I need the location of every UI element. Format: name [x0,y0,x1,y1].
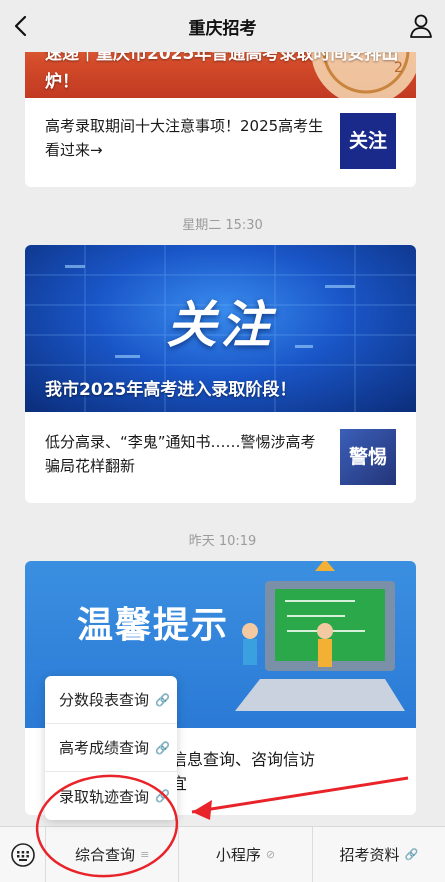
top-nav-bar: 重庆招考 [0,0,445,52]
menu-label: 小程序 [215,846,261,864]
banner-title: 我市2025年高考进入录取阶段！ [45,380,297,400]
thumbnail-label: 警惕 [348,446,387,468]
link-icon: 🔗 [155,692,170,707]
thumbnail-label: 关注 [348,130,387,152]
submenu-label: 分数段表查询 [59,691,150,709]
submenu-item-score-range[interactable]: 分数段表查询 🔗 [45,676,177,724]
link-icon: 🔗 [404,848,419,861]
page-title: 重庆招考 [188,18,257,39]
chevron-left-icon[interactable] [8,12,36,40]
submenu-label: 录取轨迹查询 [59,787,150,806]
link-icon: 🔗 [155,789,170,803]
menu-lines-icon: ≡ [140,848,150,861]
article-title: 高考录取期间十大注意事项！2025高考生看过来→ [45,117,324,159]
banner-image[interactable]: 关注 我市2025年高考进入录取阶段！ [25,245,416,412]
mini-program-icon: ⊘ [265,848,276,861]
submenu-popup: 分数段表查询 🔗 高考成绩查询 🔗 录取轨迹查询 🔗 [45,676,177,820]
menu-item-comprehensive-query[interactable]: 综合查询 ≡ [46,826,180,882]
timestamp: 昨天 10:19 [188,534,257,549]
submenu-label: 高考成绩查询 [59,739,150,757]
article-thumbnail: 警惕 [340,429,396,485]
timestamp: 星期二 15:30 [182,218,263,233]
person-icon[interactable] [407,12,435,40]
keyboard-icon [10,842,35,867]
article-thumbnail: 关注 [340,113,396,169]
article-title: 询信息查询、咨询信访事宜 [155,750,316,793]
article-title: 低分高录、“李鬼”通知书……警惕涉高考骗局花样翻新 [45,433,316,475]
banner-headline: 关注 [166,296,275,354]
article-link[interactable]: 低分高录、“李鬼”通知书……警惕涉高考骗局花样翻新 警惕 [25,412,416,503]
menu-item-exam-materials[interactable]: 招考资料 🔗 [313,827,445,882]
submenu-item-admission-track[interactable]: 录取轨迹查询 🔗 [45,772,177,820]
submenu-item-exam-score[interactable]: 高考成绩查询 🔗 [45,724,177,772]
menu-label: 综合查询 [75,846,136,864]
message-card-2[interactable]: 关注 我市2025年高考进入录取阶段！ 低分高录、“李鬼”通知书……警惕涉高考骗… [25,245,416,503]
menu-label: 招考资料 [339,846,400,864]
keyboard-toggle-button[interactable] [0,826,46,882]
article-link[interactable]: 高考录取期间十大注意事项！2025高考生看过来→ 关注 [25,98,416,187]
bottom-menu-bar: 综合查询 ≡ 小程序 ⊘ 招考资料 🔗 [0,826,445,882]
menu-item-mini-program[interactable]: 小程序 ⊘ [179,826,313,882]
link-icon: 🔗 [155,740,170,755]
